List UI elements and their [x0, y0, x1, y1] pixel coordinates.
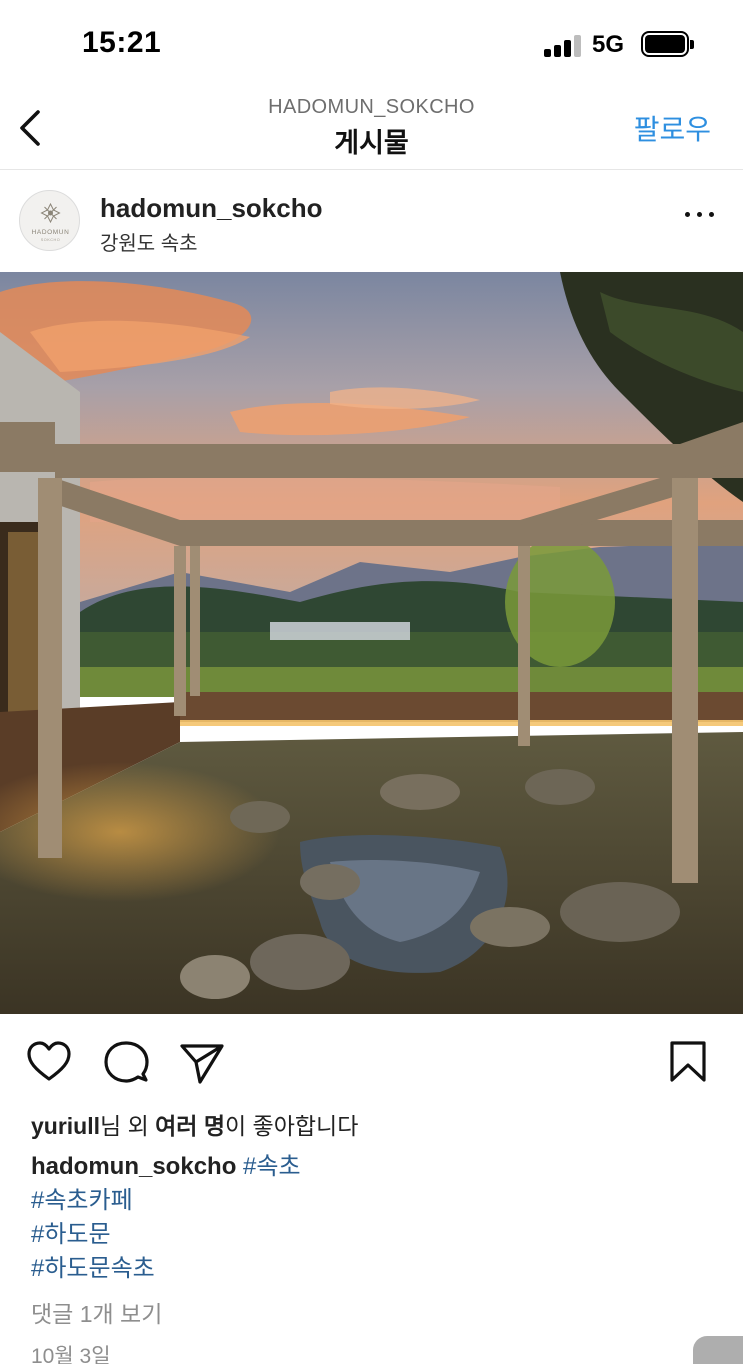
- post-actions: [0, 1014, 743, 1106]
- nav-header: HADOMUN_SOKCHO 게시물 팔로우: [0, 88, 743, 170]
- likes-user[interactable]: yuriull: [31, 1113, 100, 1139]
- caption-username[interactable]: hadomun_sokcho: [31, 1153, 236, 1180]
- post-location[interactable]: 강원도 속초: [100, 227, 198, 256]
- likes-others[interactable]: 여러 명: [155, 1113, 225, 1139]
- hashtag-link[interactable]: #하도문속초: [31, 1252, 301, 1286]
- svg-text:SOKCHO: SOKCHO: [41, 238, 60, 242]
- floating-button[interactable]: [693, 1336, 743, 1364]
- status-time: 15:21: [82, 26, 162, 59]
- follow-button[interactable]: 팔로우: [634, 108, 711, 148]
- like-button[interactable]: [25, 1038, 73, 1086]
- save-button[interactable]: [664, 1038, 712, 1086]
- hashtag-link[interactable]: #속초카페: [31, 1184, 301, 1218]
- post-caption: hadomun_sokcho #속초 #속초카페 #하도문 #하도문속초: [31, 1150, 301, 1286]
- likes-suffix1: 님 외: [100, 1113, 156, 1139]
- likes-suffix2: 이 좋아합니다: [225, 1113, 359, 1139]
- post-date: 10월 3일: [31, 1345, 111, 1364]
- avatar[interactable]: HADOMUN SOKCHO: [19, 190, 80, 251]
- page-title: 게시물: [334, 128, 409, 158]
- nav-account-name: HADOMUN_SOKCHO: [268, 96, 475, 118]
- share-button[interactable]: [178, 1038, 226, 1086]
- heart-icon: [27, 1041, 71, 1081]
- post-header: HADOMUN SOKCHO hadomun_sokcho 강원도 속초: [0, 171, 743, 272]
- status-bar: 15:21 5G: [0, 0, 743, 88]
- signal-icon: [544, 33, 582, 57]
- courtyard-sunset-image: [0, 272, 743, 1014]
- post-username[interactable]: hadomun_sokcho: [100, 193, 322, 224]
- comment-button[interactable]: [102, 1038, 150, 1086]
- hadomun-logo-icon: HADOMUN SOKCHO: [32, 202, 70, 242]
- paper-plane-icon: [180, 1044, 224, 1084]
- more-options-icon[interactable]: [685, 209, 717, 221]
- likes-summary[interactable]: yuriull님 외 여러 명이 좋아합니다: [31, 1107, 358, 1141]
- post-photo[interactable]: [0, 272, 743, 1014]
- battery-icon: [641, 31, 694, 57]
- hashtag-link[interactable]: #하도문: [31, 1218, 301, 1252]
- hashtag-link[interactable]: #속초: [243, 1153, 301, 1180]
- bookmark-icon: [670, 1041, 706, 1082]
- svg-text:HADOMUN: HADOMUN: [32, 229, 70, 236]
- network-label: 5G: [592, 31, 625, 58]
- view-comments-link[interactable]: 댓글 1개 보기: [31, 1295, 162, 1329]
- instagram-post-screen: 15:21 5G HADOMUN_SOKCHO 게시물 팔로우 HADOMUN …: [0, 0, 743, 1364]
- comment-icon: [104, 1041, 149, 1083]
